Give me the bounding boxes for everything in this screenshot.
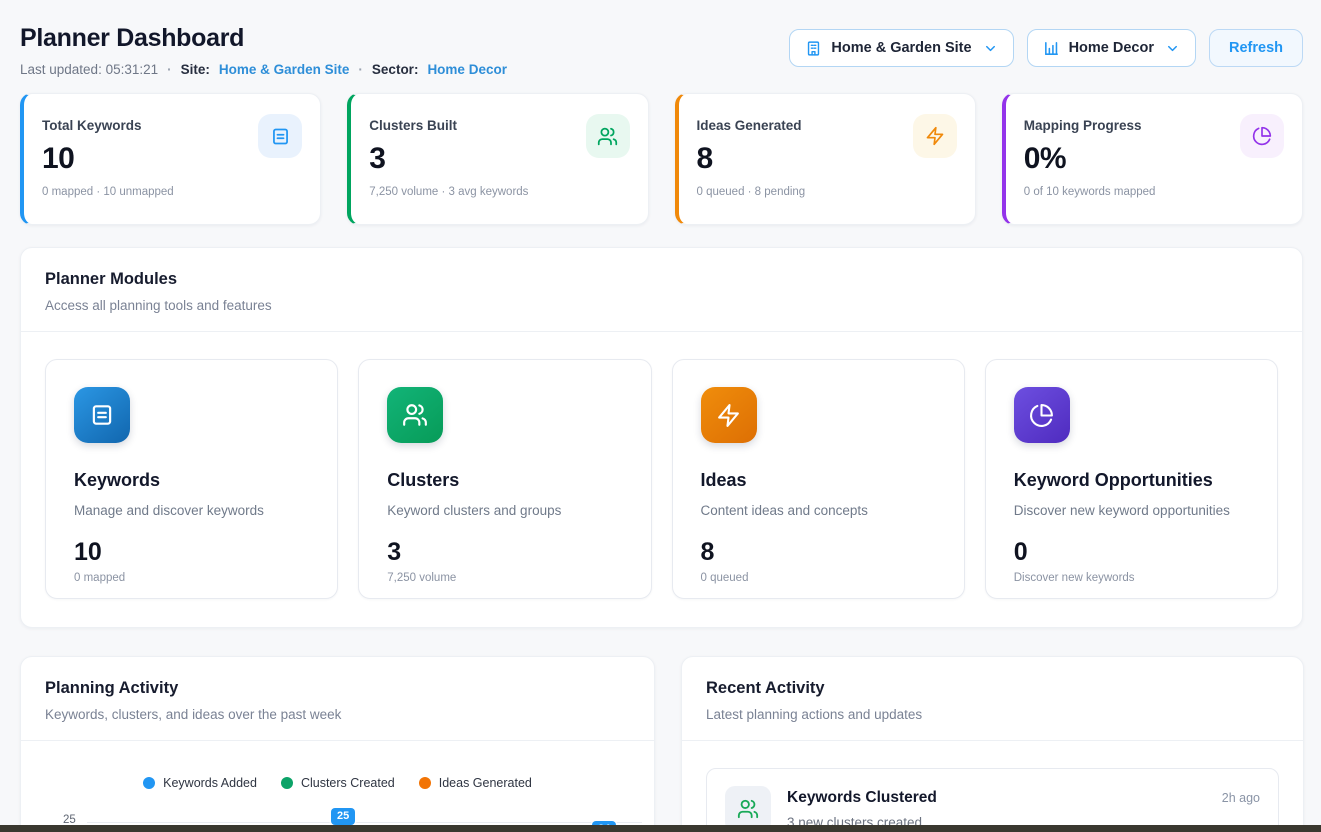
module-subtext: Discover new keywords <box>1014 572 1249 584</box>
topbar-left: Planner Dashboard Last updated: 05:31:21… <box>20 10 507 77</box>
module-subtext: 0 mapped <box>74 572 309 584</box>
module-title: Ideas <box>701 470 936 491</box>
module-subtext: 7,250 volume <box>387 572 622 584</box>
stat-card-mapping-progress: Mapping Progress 0% 0 of 10 keywords map… <box>1002 93 1303 225</box>
module-description: Manage and discover keywords <box>74 503 309 518</box>
stat-card-ideas-generated: Ideas Generated 8 0 queued · 8 pending <box>675 93 976 225</box>
site-label: Site: <box>181 62 210 77</box>
module-description: Content ideas and concepts <box>701 503 936 518</box>
modules-panel-subtitle: Access all planning tools and features <box>45 298 1278 313</box>
topbar-actions: Home & Garden Site Home Decor Refresh <box>789 29 1303 67</box>
stats-row: Total Keywords 10 0 mapped · 10 unmapped… <box>20 93 1303 225</box>
stat-subtext: 0 mapped · 10 unmapped <box>42 186 302 198</box>
page-meta: Last updated: 05:31:21 · Site: Home & Ga… <box>20 62 507 77</box>
zap-icon <box>701 387 757 443</box>
stat-card-total-keywords: Total Keywords 10 0 mapped · 10 unmapped <box>20 93 321 225</box>
module-title: Keyword Opportunities <box>1014 470 1249 491</box>
planning-activity-title: Planning Activity <box>45 679 630 698</box>
stat-subtext: 0 queued · 8 pending <box>697 186 957 198</box>
module-description: Discover new keyword opportunities <box>1014 503 1249 518</box>
pie-chart-icon <box>1240 114 1284 158</box>
document-icon <box>74 387 130 443</box>
stat-subtext: 7,250 volume · 3 avg keywords <box>369 186 629 198</box>
last-updated-text: Last updated: 05:31:21 <box>20 62 158 77</box>
bar-chart-icon <box>1043 40 1060 57</box>
bottom-row: Planning Activity Keywords, clusters, an… <box>20 656 1303 832</box>
activity-list-item: Keywords Clustered 2h ago 3 new clusters… <box>706 768 1279 832</box>
stat-card-clusters-built: Clusters Built 3 7,250 volume · 3 avg ke… <box>347 93 648 225</box>
chevron-down-icon <box>1165 41 1180 56</box>
module-card-clusters[interactable]: Clusters Keyword clusters and groups 3 7… <box>358 359 651 599</box>
site-selector-value: Home & Garden Site <box>831 40 971 56</box>
sector-selector-dropdown[interactable]: Home Decor <box>1027 29 1196 67</box>
recent-activity-header: Recent Activity Latest planning actions … <box>682 657 1303 740</box>
pie-chart-icon <box>1014 387 1070 443</box>
site-selector-dropdown[interactable]: Home & Garden Site <box>789 29 1013 67</box>
stat-subtext: 0 of 10 keywords mapped <box>1024 186 1284 198</box>
meta-separator: · <box>358 62 363 77</box>
module-card-keywords[interactable]: Keywords Manage and discover keywords 10… <box>45 359 338 599</box>
module-card-ideas[interactable]: Ideas Content ideas and concepts 8 0 que… <box>672 359 965 599</box>
modules-panel-header: Planner Modules Access all planning tool… <box>21 248 1302 331</box>
building-icon <box>805 40 822 57</box>
site-link[interactable]: Home & Garden Site <box>219 62 350 77</box>
activity-item-title: Keywords Clustered <box>787 789 937 807</box>
module-card-keyword-opportunities[interactable]: Keyword Opportunities Discover new keywo… <box>985 359 1278 599</box>
module-value: 3 <box>387 538 622 567</box>
zap-icon <box>913 114 957 158</box>
module-subtext: 0 queued <box>701 572 936 584</box>
users-icon <box>586 114 630 158</box>
data-point-label: 25 <box>331 808 355 825</box>
module-description: Keyword clusters and groups <box>387 503 622 518</box>
page-title: Planner Dashboard <box>20 24 507 53</box>
meta-separator: · <box>167 62 172 77</box>
sector-link[interactable]: Home Decor <box>427 62 507 77</box>
divider <box>682 740 1303 741</box>
planner-dashboard-screen: Planner Dashboard Last updated: 05:31:21… <box>0 0 1321 832</box>
modules-panel-title: Planner Modules <box>45 270 1278 289</box>
sector-label: Sector: <box>372 62 419 77</box>
module-value: 0 <box>1014 538 1249 567</box>
planning-activity-subtitle: Keywords, clusters, and ideas over the p… <box>45 707 630 722</box>
planner-modules-panel: Planner Modules Access all planning tool… <box>20 247 1303 628</box>
refresh-button[interactable]: Refresh <box>1209 29 1303 67</box>
module-title: Keywords <box>74 470 309 491</box>
activity-item-content: Keywords Clustered 2h ago 3 new clusters… <box>787 786 1260 830</box>
module-title: Clusters <box>387 470 622 491</box>
users-icon <box>387 387 443 443</box>
activity-chart: Keywords Added Clusters Created Ideas Ge… <box>21 741 654 832</box>
chevron-down-icon <box>983 41 998 56</box>
planning-activity-header: Planning Activity Keywords, clusters, an… <box>21 657 654 740</box>
document-icon <box>258 114 302 158</box>
recent-activity-title: Recent Activity <box>706 679 1279 698</box>
module-value: 10 <box>74 538 309 567</box>
module-value: 8 <box>701 538 936 567</box>
modules-grid: Keywords Manage and discover keywords 10… <box>21 332 1302 627</box>
window-bottom-edge <box>0 825 1321 832</box>
recent-activity-panel: Recent Activity Latest planning actions … <box>681 656 1304 832</box>
topbar: Planner Dashboard Last updated: 05:31:21… <box>20 10 1303 77</box>
sector-selector-value: Home Decor <box>1069 40 1154 56</box>
recent-activity-subtitle: Latest planning actions and updates <box>706 707 1279 722</box>
planning-activity-panel: Planning Activity Keywords, clusters, an… <box>20 656 655 832</box>
activity-item-timestamp: 2h ago <box>1222 791 1260 805</box>
